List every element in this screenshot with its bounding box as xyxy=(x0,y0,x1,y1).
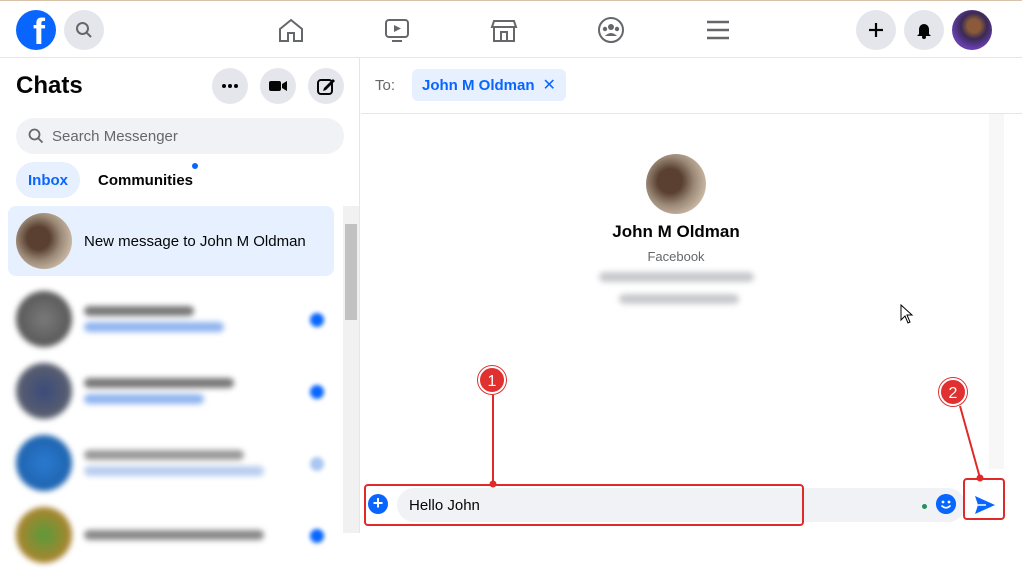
callout-1: 1 xyxy=(478,366,506,394)
callout-2: 2 xyxy=(939,378,967,406)
annotation-connectors xyxy=(489,395,984,488)
